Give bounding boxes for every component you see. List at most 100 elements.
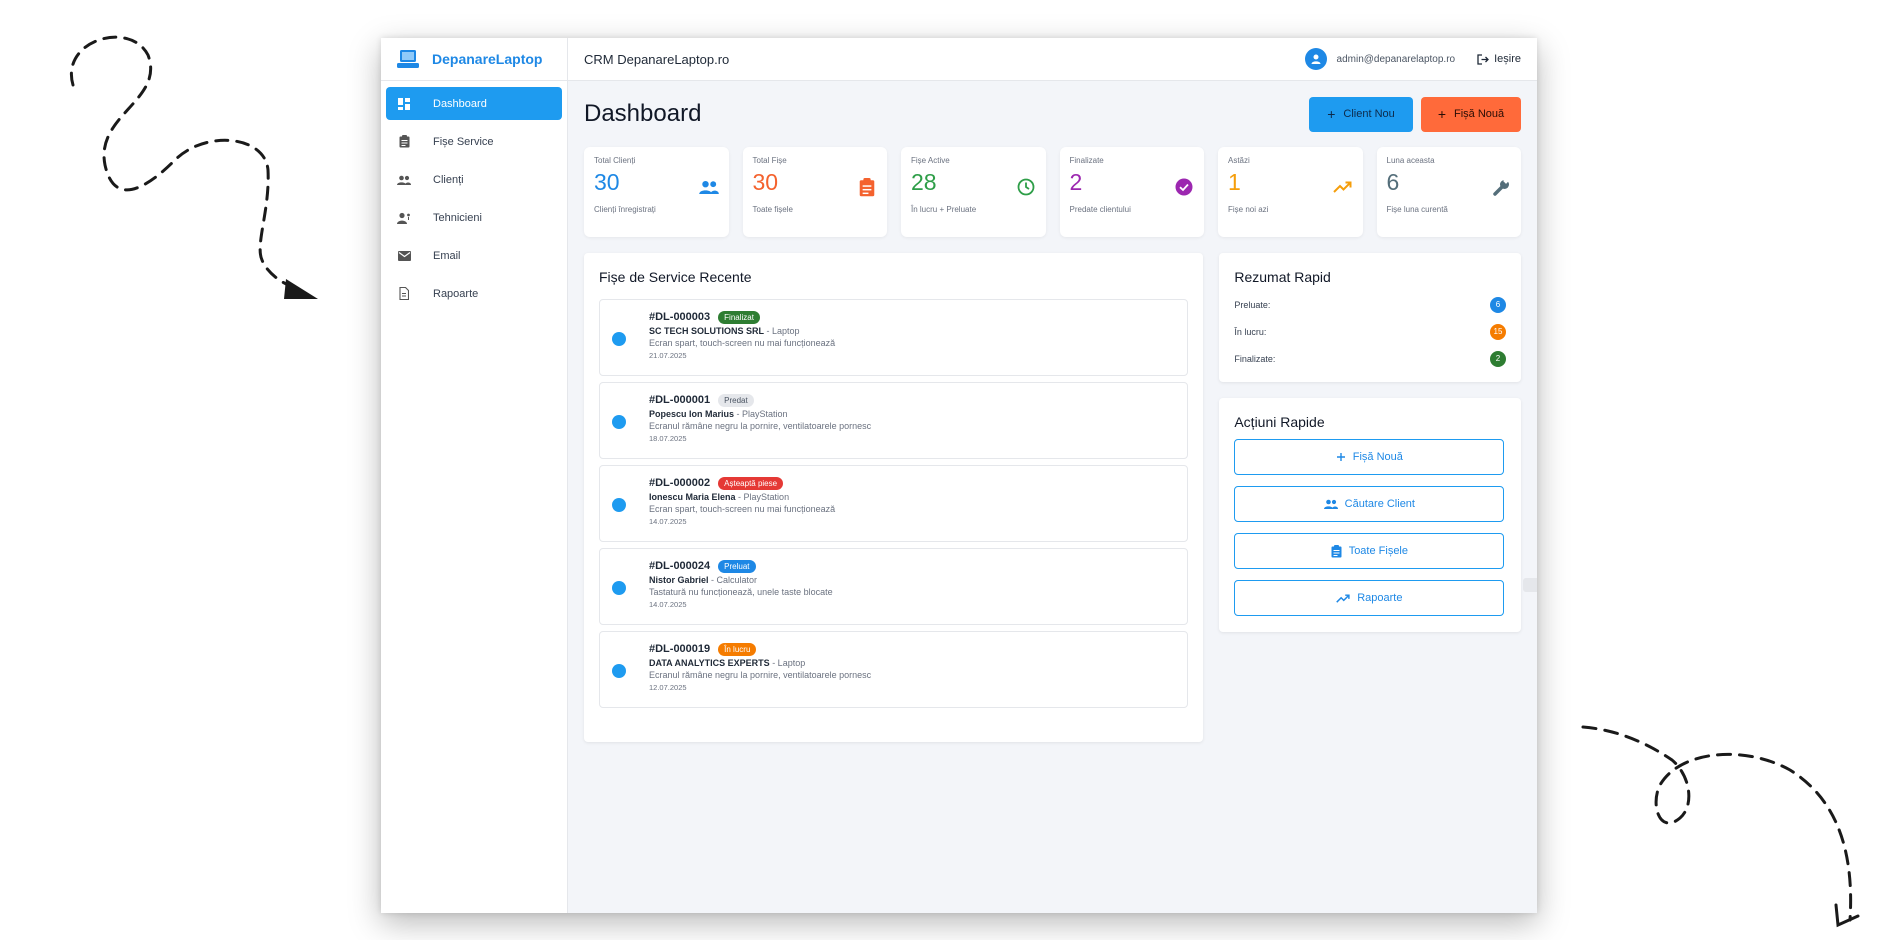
new-sheet-button[interactable]: + Fișă Nouă [1421, 96, 1521, 132]
ticket-item[interactable]: #DL-000024 Preluat Nistor Gabriel - Calc… [599, 548, 1189, 625]
summary-label: În lucru: [1234, 326, 1267, 337]
report-icon [397, 287, 411, 301]
recent-sheets-panel: Fișe de Service Recente #DL-000003 Final… [584, 253, 1204, 742]
panel-title: Rezumat Rapid [1234, 269, 1331, 285]
ticket-device: - PlayStation [735, 492, 790, 502]
stat-card-this-month: Luna aceasta 6 Fișe luna curentă [1376, 147, 1521, 237]
new-client-label: Client Nou [1343, 108, 1395, 120]
floating-tab-handle[interactable] [1523, 578, 1537, 592]
stat-subtitle: Clienți înregistrați [594, 205, 656, 214]
stat-label: Total Clienți [594, 156, 636, 165]
user-icon [1311, 54, 1321, 64]
stat-label: Luna aceasta [1386, 156, 1435, 165]
ticket-date: 18.07.2025 [649, 434, 687, 443]
screenshot-stage: DepanareLaptop Dashboard Fișe Service Cl… [0, 0, 1897, 940]
ticket-id: #DL-000001 [649, 394, 711, 406]
stat-subtitle: Toate fișele [752, 205, 793, 214]
stat-label: Finalizate [1069, 156, 1104, 165]
summary-row: Preluate: 6 [1234, 291, 1506, 318]
panels-row: Fișe de Service Recente #DL-000003 Final… [584, 253, 1521, 742]
avatar[interactable] [1304, 48, 1327, 70]
people-icon [698, 177, 719, 197]
clock-icon [1016, 177, 1036, 197]
stat-label: Total Fișe [752, 156, 787, 165]
sidebar-item-dashboard[interactable]: Dashboard [386, 87, 562, 120]
ticket-date: 14.07.2025 [649, 517, 687, 526]
app-title: CRM DepanareLaptop.ro [584, 51, 730, 67]
ticket-client: SC TECH SOLUTIONS SRL [649, 326, 765, 336]
ticket-device: - Calculator [708, 575, 758, 585]
sidebar-item-label: Rapoarte [433, 287, 479, 300]
stat-subtitle: Fișe luna curentă [1386, 205, 1448, 214]
status-badge: În lucru [718, 642, 757, 656]
sidebar-item-label: Fișe Service [433, 135, 494, 148]
logout-label: Ieșire [1494, 53, 1521, 65]
summary-label: Preluate: [1234, 299, 1271, 310]
page-header: Dashboard + Client Nou + Fișă Nouă [584, 81, 1521, 147]
sidebar-item-clients[interactable]: Clienți [386, 163, 562, 196]
ticket-date: 14.07.2025 [649, 600, 687, 609]
quick-new-sheet-button[interactable]: Fișă Nouă [1234, 439, 1505, 475]
ticket-issue: Ecranul rămâne negru la pornire, ventila… [649, 421, 872, 431]
stat-subtitle: Predate clientului [1069, 205, 1131, 214]
ticket-item[interactable]: #DL-000002 Așteaptă piese Ionescu Maria … [599, 465, 1189, 542]
sidebar-item-label: Clienți [433, 173, 464, 186]
user-email: admin@depanarelaptop.ro [1336, 53, 1456, 65]
sidebar-item-label: Dashboard [433, 97, 487, 110]
quick-summary-panel: Rezumat Rapid Preluate: 6 În lucru: 15 F… [1219, 253, 1521, 382]
count-badge: 2 [1490, 350, 1506, 367]
summary-row: Finalizate: 2 [1234, 345, 1506, 372]
reports-button[interactable]: Rapoarte [1234, 580, 1505, 616]
sidebar: DepanareLaptop Dashboard Fișe Service Cl… [381, 38, 568, 913]
ticket-item[interactable]: #DL-000019 În lucru DATA ANALYTICS EXPER… [599, 631, 1189, 708]
ticket-device: - Laptop [769, 658, 806, 668]
logout-button[interactable]: Ieșire [1477, 53, 1521, 65]
status-badge: Așteaptă piese [718, 476, 784, 490]
crm-window: DepanareLaptop Dashboard Fișe Service Cl… [381, 38, 1537, 913]
clipboard-icon [1331, 544, 1342, 557]
brand[interactable]: DepanareLaptop [381, 38, 567, 81]
stat-label: Fișe Active [911, 156, 950, 165]
trending-up-icon [1333, 177, 1353, 197]
search-client-button[interactable]: Căutare Client [1234, 486, 1505, 522]
ticket-client: Nistor Gabriel [649, 575, 709, 585]
stat-card-active-sheets: Fișe Active 28 În lucru + Preluate [901, 147, 1046, 237]
side-column: Rezumat Rapid Preluate: 6 În lucru: 15 F… [1219, 253, 1521, 742]
plus-icon: + [1327, 106, 1336, 122]
new-client-button[interactable]: + Client Nou [1309, 96, 1413, 132]
sidebar-item-email[interactable]: Email [386, 239, 562, 272]
ticket-id: #DL-000002 [649, 477, 711, 489]
all-sheets-button[interactable]: Toate Fișele [1234, 533, 1505, 569]
stat-subtitle: Fișe noi azi [1228, 205, 1269, 214]
count-badge: 6 [1490, 296, 1506, 313]
status-dot [612, 664, 626, 678]
stat-subtitle: În lucru + Preluate [911, 205, 977, 214]
summary-label: Finalizate: [1234, 353, 1276, 364]
panel-title: Fișe de Service Recente [599, 269, 752, 285]
ticket-issue: Ecran spart, touch-screen nu mai funcțio… [649, 338, 836, 348]
plus-icon [1336, 453, 1345, 461]
ticket-client: Popescu Ion Marius [649, 409, 735, 419]
ticket-issue: Tastatură nu funcționează, unele taste b… [649, 587, 833, 597]
button-label: Rapoarte [1357, 592, 1403, 604]
status-dot [612, 332, 626, 346]
main-content: Dashboard + Client Nou + Fișă Nouă Total… [568, 81, 1537, 913]
stat-label: Astăzi [1228, 156, 1250, 165]
ticket-client: Ionescu Maria Elena [649, 492, 736, 502]
count-badge: 15 [1490, 323, 1506, 340]
sidebar-item-technicians[interactable]: Tehnicieni [386, 201, 562, 234]
ticket-item[interactable]: #DL-000001 Predat Popescu Ion Marius - P… [599, 382, 1189, 459]
sidebar-item-reports[interactable]: Rapoarte [386, 277, 562, 310]
stat-card-finalized: Finalizate 2 Predate clientului [1059, 147, 1204, 237]
ticket-date: 12.07.2025 [649, 683, 687, 692]
stat-card-total-clients: Total Clienți 30 Clienți înregistrați [584, 147, 729, 237]
stat-card-today: Astăzi 1 Fișe noi azi [1218, 147, 1363, 237]
trending-up-icon [1336, 593, 1350, 603]
clipboard-icon [397, 135, 411, 149]
sidebar-item-service-sheets[interactable]: Fișe Service [386, 125, 562, 158]
ticket-item[interactable]: #DL-000003 Finalizat SC TECH SOLUTIONS S… [599, 299, 1189, 376]
wrench-icon [1491, 177, 1511, 197]
sidebar-item-label: Tehnicieni [433, 211, 482, 224]
ticket-id: #DL-000003 [649, 311, 711, 323]
people-icon [1323, 499, 1338, 509]
